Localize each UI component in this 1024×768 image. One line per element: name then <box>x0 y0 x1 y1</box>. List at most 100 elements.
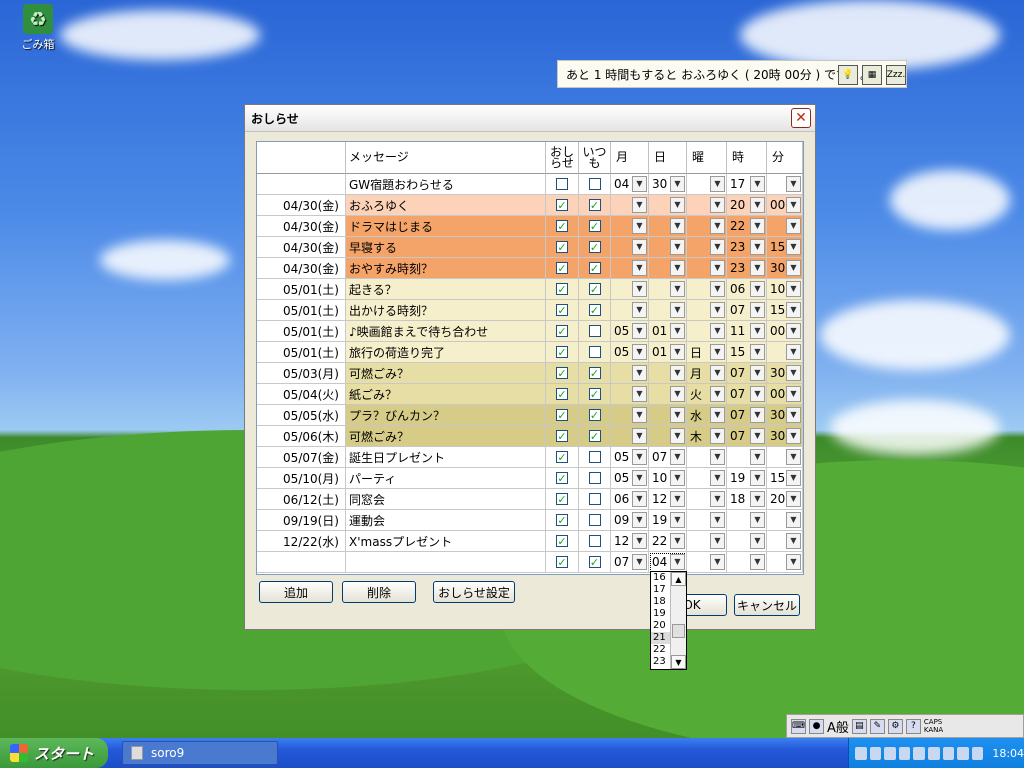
day-select[interactable]: 10 ▼ <box>649 468 686 488</box>
tray-icon[interactable] <box>855 746 867 760</box>
day-select[interactable]: ▼ <box>649 258 686 278</box>
delete-button[interactable]: 削除 <box>342 581 416 603</box>
oshirase-checkbox[interactable]: ✓ <box>556 535 568 547</box>
chevron-down-icon[interactable]: ▼ <box>670 259 685 276</box>
day-select[interactable]: ▼ <box>649 384 686 404</box>
header-itsumo[interactable]: いつ も <box>579 142 611 174</box>
oshirase-checkbox[interactable]: ✓ <box>556 514 568 526</box>
weekday-select[interactable]: ▼ <box>687 489 726 509</box>
hour-select[interactable]: 07 ▼ <box>727 384 766 404</box>
oshirase-checkbox[interactable]: ✓ <box>556 220 568 232</box>
month-select[interactable]: 09 ▼ <box>611 510 648 530</box>
table-row[interactable]: 05/03(月) 可燃ごみ？ ✓ ✓ ▼ ▼ 月 ▼ 07 ▼ 30 ▼ <box>257 363 803 384</box>
chevron-down-icon[interactable]: ▼ <box>632 259 647 276</box>
month-select[interactable]: 06 ▼ <box>611 489 648 509</box>
message-cell[interactable]: ♪映画館まえで待ち合わせ <box>346 321 546 342</box>
chevron-down-icon[interactable]: ▼ <box>670 238 685 255</box>
message-cell[interactable]: 運動会 <box>346 510 546 531</box>
table-row[interactable]: 09/19(日) 運動会 ✓ 09 ▼ 19 ▼ ▼ ▼ ▼ <box>257 510 803 531</box>
itsumo-checkbox[interactable] <box>588 535 601 547</box>
chevron-down-icon[interactable]: ▼ <box>632 427 647 444</box>
weekday-select[interactable]: ▼ <box>687 321 726 341</box>
chevron-down-icon[interactable]: ▼ <box>710 238 725 255</box>
message-cell[interactable]: 可燃ごみ？ <box>346 426 546 447</box>
tools-icon[interactable]: ⚙ <box>887 718 903 734</box>
chevron-down-icon[interactable]: ▼ <box>632 238 647 255</box>
itsumo-checkbox[interactable]: ✓ <box>588 367 601 379</box>
chevron-down-icon[interactable]: ▼ <box>786 553 801 570</box>
chevron-down-icon[interactable]: ▼ <box>710 448 725 465</box>
message-cell[interactable]: おふろゆく <box>346 195 546 216</box>
itsumo-checkbox[interactable]: ✓ <box>588 220 601 232</box>
chevron-down-icon[interactable]: ▼ <box>670 448 685 465</box>
itsumo-checkbox[interactable] <box>588 514 601 526</box>
chevron-down-icon[interactable]: ▼ <box>710 259 725 276</box>
chevron-down-icon[interactable]: ▼ <box>750 427 765 444</box>
itsumo-checkbox[interactable]: ✓ <box>588 409 601 421</box>
chevron-down-icon[interactable]: ▼ <box>750 469 765 486</box>
oshirase-checkbox[interactable]: ✓ <box>556 241 568 253</box>
table-row[interactable]: 04/30(金) 早寝する ✓ ✓ ▼ ▼ ▼ 23 ▼ 15 ▼ <box>257 237 803 258</box>
hour-select[interactable]: 07 ▼ <box>727 405 766 425</box>
chevron-down-icon[interactable]: ▼ <box>786 385 801 402</box>
minute-select[interactable]: ▼ <box>767 531 802 551</box>
header-month[interactable]: 月 <box>611 142 649 174</box>
chevron-down-icon[interactable]: ▼ <box>632 217 647 234</box>
weekday-select[interactable]: ▼ <box>687 237 726 257</box>
tray-icon[interactable] <box>971 746 984 760</box>
day-select[interactable]: ▼ <box>649 237 686 257</box>
minute-select[interactable]: 30 ▼ <box>767 426 802 446</box>
month-select[interactable]: ▼ <box>611 237 648 257</box>
chevron-down-icon[interactable]: ▼ <box>670 343 685 360</box>
table-row[interactable]: 06/12(土) 同窓会 ✓ 06 ▼ 12 ▼ ▼ 18 ▼ 20 ▼ <box>257 489 803 510</box>
month-select[interactable]: ▼ <box>611 258 648 278</box>
message-cell[interactable]: プラ？びんカン？ <box>346 405 546 426</box>
table-row[interactable]: 12/22(水) X'massプレゼント ✓ 12 ▼ 22 ▼ ▼ ▼ ▼ <box>257 531 803 552</box>
chevron-down-icon[interactable]: ▼ <box>750 511 765 528</box>
header-message[interactable]: メッセージ <box>346 142 546 174</box>
oshirase-checkbox[interactable]: ✓ <box>556 304 568 316</box>
hour-select[interactable]: 19 ▼ <box>727 468 766 488</box>
itsumo-checkbox[interactable]: ✓ <box>588 283 601 295</box>
hour-select[interactable]: ▼ <box>727 510 766 530</box>
start-button[interactable]: スタート <box>0 738 108 768</box>
table-row[interactable]: 05/01(土) ♪映画館まえで待ち合わせ ✓ 05 ▼ 01 ▼ ▼ 11 ▼ 00 ▼ <box>257 321 803 342</box>
add-button[interactable]: 追加 <box>259 581 333 603</box>
oshirase-checkbox[interactable]: ✓ <box>556 367 568 379</box>
day-select[interactable]: ▼ <box>649 300 686 320</box>
day-select[interactable]: ▼ <box>649 363 686 383</box>
new-entry-row[interactable]: ✓ ✓ 07 ▼ 04 ▼ ▼ ▼ ▼ <box>257 552 803 573</box>
hour-select[interactable]: 11 ▼ <box>727 321 766 341</box>
chevron-down-icon[interactable]: ▼ <box>710 196 725 213</box>
tray-icon[interactable] <box>927 746 940 760</box>
tray-icon[interactable] <box>957 746 969 760</box>
header-hour[interactable]: 時 <box>727 142 767 174</box>
chevron-down-icon[interactable]: ▼ <box>786 238 801 255</box>
minute-select[interactable]: 00 ▼ <box>767 321 802 341</box>
header-minute[interactable]: 分 <box>767 142 803 174</box>
month-select[interactable]: ▼ <box>611 195 648 215</box>
chevron-down-icon[interactable]: ▼ <box>710 322 725 339</box>
minute-select[interactable]: 30 ▼ <box>767 363 802 383</box>
weekday-select[interactable]: 月 ▼ <box>687 363 726 383</box>
weekday-select[interactable]: ▼ <box>687 447 726 467</box>
recycle-bin-desktop-icon[interactable]: ♻ ごみ箱 <box>16 4 60 52</box>
chevron-down-icon[interactable]: ▼ <box>750 553 765 570</box>
weekday-select[interactable]: ▼ <box>687 258 726 278</box>
chevron-down-icon[interactable]: ▼ <box>632 511 647 528</box>
day-select[interactable]: ▼ <box>649 195 686 215</box>
chevron-down-icon[interactable]: ▼ <box>632 280 647 297</box>
chevron-down-icon[interactable]: ▼ <box>786 259 801 276</box>
chevron-down-icon[interactable]: ▼ <box>670 469 685 486</box>
dialog-titlebar[interactable]: おしらせ ✕ <box>245 105 815 132</box>
table-row[interactable]: 05/10(月) パーティ ✓ 05 ▼ 10 ▼ ▼ 19 ▼ 15 ▼ <box>257 468 803 489</box>
chevron-down-icon[interactable]: ▼ <box>750 448 765 465</box>
tray-icon[interactable] <box>942 746 955 760</box>
chevron-down-icon[interactable]: ▼ <box>786 343 801 360</box>
month-select[interactable]: 05 ▼ <box>611 468 648 488</box>
chevron-down-icon[interactable]: ▼ <box>670 385 685 402</box>
day-select[interactable]: ▼ <box>649 216 686 236</box>
oshirase-checkbox[interactable]: ✓ <box>556 409 568 421</box>
month-select[interactable]: 04 ▼ <box>611 174 648 194</box>
day-select[interactable]: 04 ▼ <box>649 552 686 572</box>
